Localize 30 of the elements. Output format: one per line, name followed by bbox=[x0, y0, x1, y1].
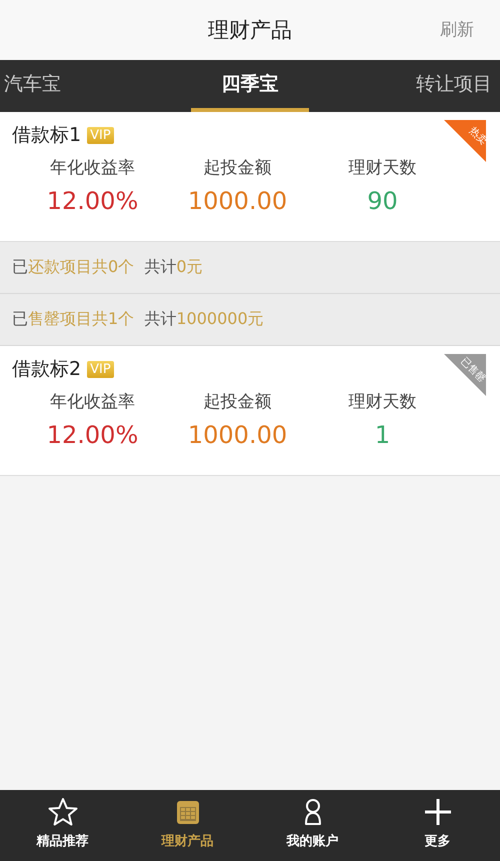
product-name: 借款标1 bbox=[12, 123, 82, 148]
stat-value: 1 bbox=[374, 421, 390, 449]
stat-value: 1000.00 bbox=[188, 187, 288, 215]
stat-label: 理财天数 bbox=[348, 157, 416, 179]
stat-value: 90 bbox=[367, 187, 398, 215]
stat-value: 12.00% bbox=[46, 421, 138, 449]
vip-tag: VIP bbox=[87, 360, 114, 378]
corner-ribbon: 热卖 bbox=[444, 120, 486, 162]
nav-item[interactable]: 精品推荐 bbox=[12, 790, 112, 861]
nav-item[interactable]: 更多 bbox=[388, 790, 488, 861]
stat-value: 1000.00 bbox=[188, 421, 288, 449]
vip-tag: VIP bbox=[87, 126, 114, 144]
summary-text: 已售罄项目共1个 共计1000000元 bbox=[12, 309, 264, 330]
stat-label: 起投金额 bbox=[204, 391, 272, 413]
product-name: 借款标2 bbox=[12, 357, 82, 382]
page-title: 理财产品 bbox=[208, 17, 292, 44]
stat-label: 起投金额 bbox=[204, 157, 272, 179]
summary-text: 已还款项目共0个 共计0元 bbox=[12, 257, 203, 278]
tab[interactable]: 转让项目 bbox=[410, 60, 500, 112]
stat-label: 理财天数 bbox=[348, 391, 416, 413]
stat-value: 12.00% bbox=[46, 187, 138, 215]
star-icon bbox=[46, 796, 78, 828]
nav-item[interactable]: 理财产品 bbox=[138, 790, 238, 861]
product-card[interactable]: 借款标2 VIP 已售罄 年化收益率 12.00% 起投金额 1000.00 理财天数 1 bbox=[0, 346, 500, 476]
stat-label: 年化收益率 bbox=[50, 157, 135, 179]
stat-label: 年化收益率 bbox=[50, 391, 135, 413]
nav-item[interactable]: 我的账户 bbox=[262, 790, 362, 861]
corner-ribbon: 已售罄 bbox=[444, 354, 486, 396]
product-card[interactable]: 借款标1 VIP 热卖 年化收益率 12.00% 起投金额 1000.00 理财天数 90 bbox=[0, 112, 500, 242]
tab[interactable]: 汽车宝 bbox=[0, 60, 67, 112]
